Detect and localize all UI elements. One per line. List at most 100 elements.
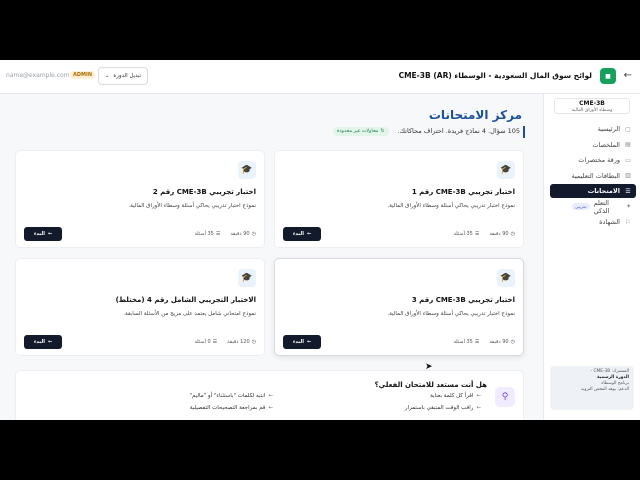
question-count-label: 35 أسئلة <box>453 231 473 237</box>
clock-icon: ◷ <box>510 339 515 345</box>
back-arrow-icon[interactable]: ← <box>624 70 632 81</box>
exam-question-count: ☰ 35 أسئلة <box>453 231 479 237</box>
start-label: البدء <box>292 339 304 345</box>
exam-description: نموذج اختبار تدريبي يحاكي أسئلة وسطاء ال… <box>128 203 256 209</box>
exam-duration: ◷ 90 دقيقة <box>230 231 256 237</box>
refresh-icon: ↻ <box>380 129 385 134</box>
sidebar-item-label: ورقة مختصرات <box>578 156 620 164</box>
sidebar-item-certificate[interactable]: ⚐ الشهادة <box>550 215 636 229</box>
arrow-left-icon: ← <box>268 405 273 411</box>
sparkle-icon: ✦ <box>626 203 632 210</box>
exam-card: 🎓 اختبار تجريبي CME-3B رقم 2 نموذج اختبا… <box>15 150 265 248</box>
start-label: البدء <box>33 231 45 237</box>
brain-icon: ⚲ <box>495 387 515 407</box>
sidebar-item-home[interactable]: ▢ الرئيسية <box>550 122 636 136</box>
sidebar-item-label: التعلم الذكي <box>593 198 610 215</box>
start-exam-button[interactable]: ← البدء <box>24 335 62 349</box>
duration-label: 90 دقيقة <box>230 231 250 237</box>
exam-meta: ◷ 120 دقيقة ☰ 0 أسئلة <box>194 339 256 345</box>
exam-duration: ◷ 90 دقيقة <box>489 231 515 237</box>
list-icon: ☰ <box>212 339 218 345</box>
exam-readiness-card: ⚲ هل أنت مستعد للامتحان الفعلي؟ ← اقرأ ك… <box>15 370 524 420</box>
list-icon: ☰ <box>625 187 631 195</box>
sheet-icon: ▭ <box>625 156 631 164</box>
sidebar-item-label: الملخصات <box>592 140 620 149</box>
tip-item: ← اقرأ كل كلمة بعناية <box>430 393 481 399</box>
app-screen: ← ■ لوائح سوق المال السعودية - الوسطاء (… <box>0 60 640 420</box>
arrow-left-icon: ← <box>268 393 273 399</box>
page-subtitle: 105 سؤال. 4 نماذج فريدة. احتراف محاكاتك. <box>397 127 520 135</box>
user-email: name@example.com <box>6 72 70 79</box>
sidebar-item-cheatsheet[interactable]: ▭ ورقة مختصرات <box>550 153 636 167</box>
graduation-cap-icon: 🎓 <box>238 269 256 287</box>
duration-label: 90 دقيقة <box>489 231 509 237</box>
arrow-left-icon: ← <box>476 393 481 399</box>
question-count-label: 35 أسئلة <box>453 339 473 345</box>
admin-badge: ADMIN <box>70 71 96 79</box>
sidebar-item-label: الشهادة <box>599 218 620 226</box>
beta-badge: تجريبي <box>572 203 590 210</box>
exam-duration: ◷ 90 دقيقة <box>489 339 515 345</box>
list-icon: ☰ <box>215 231 221 237</box>
unlimited-attempts-label: محاولات غير محدودة <box>337 129 379 134</box>
start-exam-button[interactable]: ← البدء <box>283 227 321 241</box>
exam-duration: ◷ 120 دقيقة <box>227 339 256 345</box>
cards-icon: ▥ <box>625 172 631 179</box>
certificate-icon: ⚐ <box>625 218 631 226</box>
tip-item: ← قم بمراجعة التصحيحات التفصيلية <box>190 405 273 411</box>
sidebar-item-smart-learning[interactable]: ✦ التعلم الذكي تجريبي <box>550 198 636 215</box>
arrow-left-icon: ← <box>47 231 53 237</box>
user-info-line: الدعم: يوهد الفحص التزويد <box>580 387 629 392</box>
tip-text: اقرأ كل كلمة بعناية <box>430 393 474 399</box>
sidebar-item-label: الرئيسية <box>597 125 620 133</box>
top-bar: ← ■ لوائح سوق المال السعودية - الوسطاء (… <box>0 60 640 94</box>
readiness-title: هل أنت مستعد للامتحان الفعلي؟ <box>374 381 487 389</box>
tip-item: ← انتبه لكلمات "باستثناء" أو "ماليم" <box>190 393 273 399</box>
sidebar-item-label: الامتحانات <box>587 187 620 195</box>
start-exam-button[interactable]: ← البدء <box>283 335 321 349</box>
clock-icon: ◷ <box>251 231 256 237</box>
exam-meta: ◷ 90 دقيقة ☰ 35 أسئلة <box>453 231 515 237</box>
exam-title: اختبار تجريبي CME-3B رقم 3 <box>411 296 515 304</box>
exam-meta: ◷ 90 دقيقة ☰ 35 أسئلة <box>453 339 515 345</box>
list-icon: ☰ <box>474 339 480 345</box>
list-icon: ☰ <box>474 231 480 237</box>
exam-question-count: ☰ 35 أسئلة <box>453 339 479 345</box>
question-count-label: 35 أسئلة <box>194 231 214 237</box>
exam-description: نموذج اختبار تدريبي يحاكي أسئلة وسطاء ال… <box>387 203 515 209</box>
arrow-left-icon: ← <box>47 339 53 345</box>
graduation-cap-icon: 🎓 <box>238 161 256 179</box>
graduation-cap-icon: 🎓 <box>497 161 515 179</box>
duration-label: 120 دقيقة <box>227 339 250 345</box>
tip-item: ← راقب الوقت المتبقي باستمرار <box>405 405 481 411</box>
course-chip[interactable]: CME-3B وسطاء الأوراق المالية <box>554 98 630 114</box>
sidebar-item-summaries[interactable]: ▤ الملخصات <box>550 138 636 152</box>
exam-question-count: ☰ 0 أسئلة <box>194 339 217 345</box>
sidebar-nav: ▢ الرئيسية ▤ الملخصات ▭ ورقة مختصرات ▥ ا… <box>550 122 636 231</box>
unlimited-attempts-badge: ↻ محاولات غير محدودة <box>333 127 389 136</box>
graduation-cap-icon: 🎓 <box>497 269 515 287</box>
clock-icon: ◷ <box>510 231 515 237</box>
exam-description: نموذج اختبار تدريبي يحاكي أسئلة وسطاء ال… <box>387 311 515 317</box>
course-switch-label: تبديل الدورة <box>113 73 142 79</box>
app-title: لوائح سوق المال السعودية - الوسطاء (AR) … <box>398 71 592 80</box>
arrow-left-icon: ← <box>476 405 481 411</box>
course-subtitle: وسطاء الأوراق المالية <box>571 108 613 113</box>
app-logo: ■ <box>600 68 616 84</box>
subscription-info: المشترك: CME-3B - الدورة الرسمية برنامج … <box>550 366 634 410</box>
chevron-down-icon: ⌄ <box>104 73 110 79</box>
home-icon: ▢ <box>625 125 631 133</box>
document-icon: ▤ <box>625 141 631 148</box>
exam-title: اختبار تجريبي CME-3B رقم 2 <box>152 188 256 196</box>
sidebar-item-flashcards[interactable]: ▥ البطاقات التعليمية <box>550 169 636 183</box>
exam-meta: ◷ 90 دقيقة ☰ 35 أسئلة <box>194 231 256 237</box>
exam-card: 🎓 اختبار تجريبي CME-3B رقم 3 نموذج اختبا… <box>274 258 524 356</box>
sidebar-item-exams[interactable]: ☰ الامتحانات <box>550 184 636 198</box>
start-exam-button[interactable]: ← البدء <box>24 227 62 241</box>
start-label: البدء <box>33 339 45 345</box>
course-switch-select[interactable]: تبديل الدورة ⌄ <box>98 67 148 85</box>
mouse-cursor-icon: ➤ <box>425 362 433 372</box>
tip-text: انتبه لكلمات "باستثناء" أو "ماليم" <box>189 393 266 399</box>
exam-title: الاختبار التجريبي الشامل رقم 4 (مختلط) <box>115 296 256 304</box>
duration-label: 90 دقيقة <box>489 339 509 345</box>
